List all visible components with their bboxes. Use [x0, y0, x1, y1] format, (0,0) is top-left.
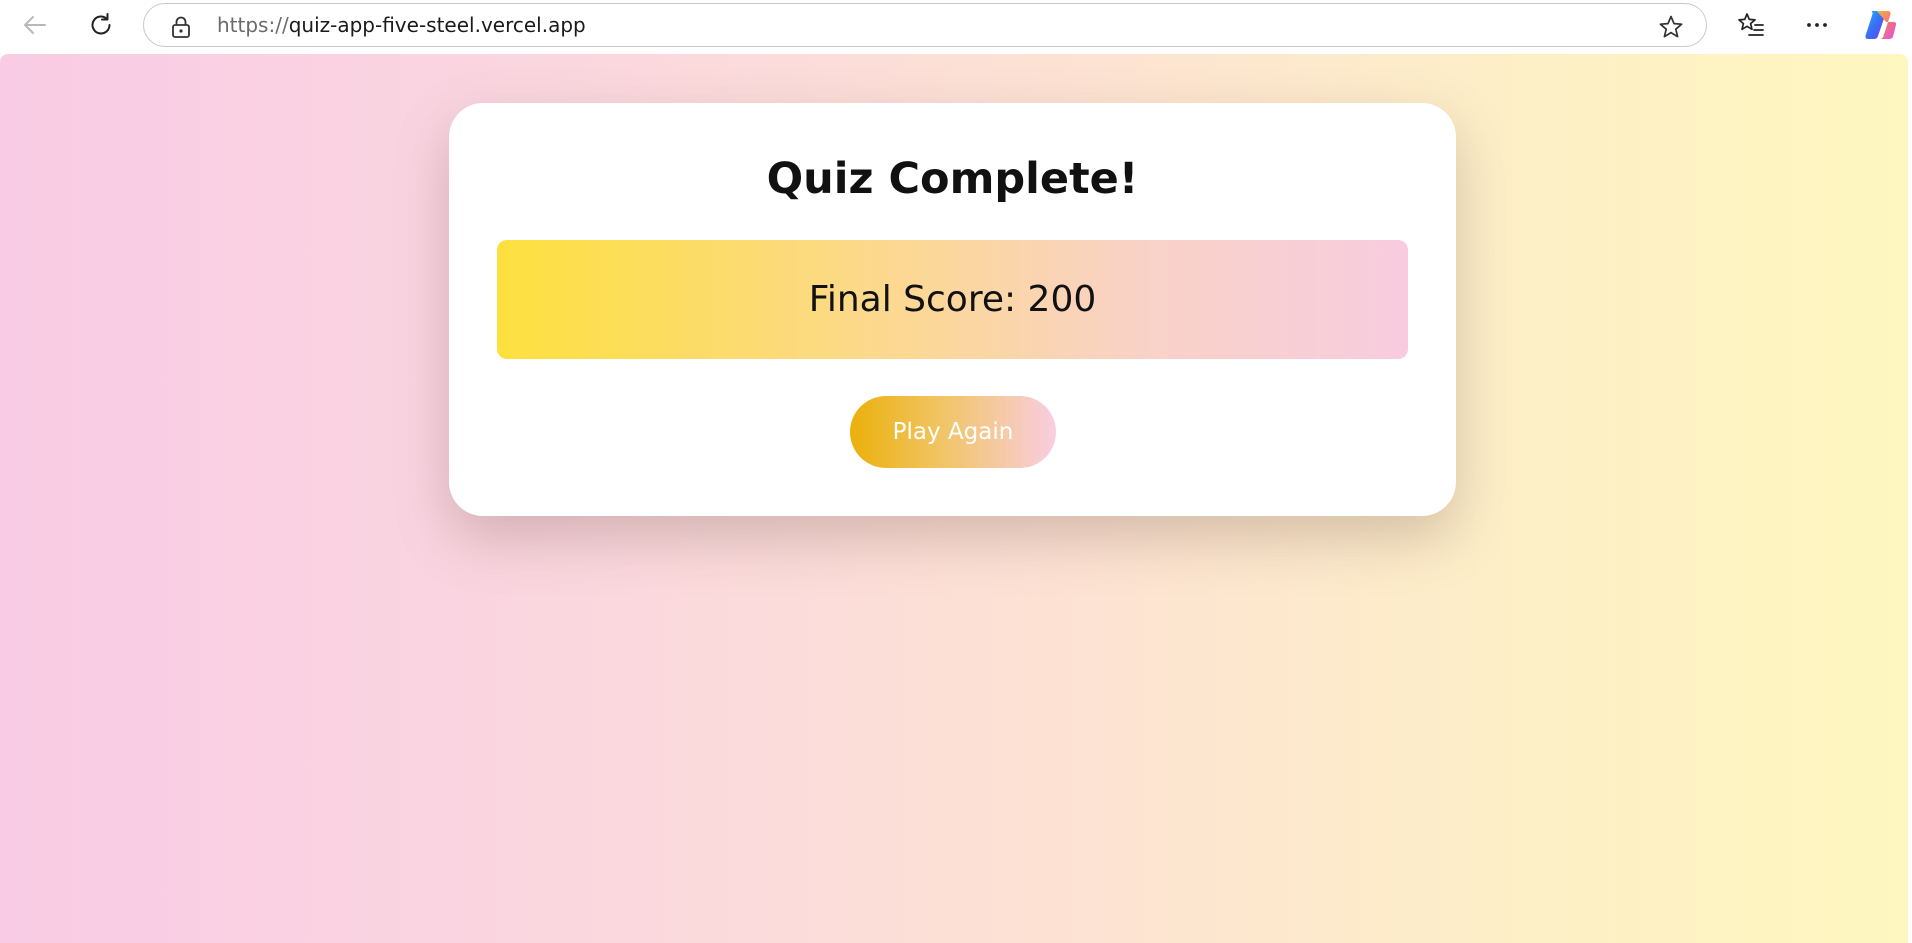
- reload-button[interactable]: [81, 6, 121, 44]
- favorites-list-icon: [1738, 13, 1764, 36]
- star-icon[interactable]: [1658, 14, 1684, 40]
- page-viewport: Quiz Complete! Final Score: 200 Play Aga…: [0, 54, 1908, 943]
- copilot-icon[interactable]: [1863, 8, 1897, 42]
- reload-icon: [91, 13, 111, 35]
- url-scheme: https://: [217, 13, 289, 37]
- score-box: Final Score: 200: [497, 240, 1408, 359]
- url-host: quiz-app-five-steel.vercel.app: [288, 13, 586, 37]
- favorites-button[interactable]: [1731, 6, 1771, 44]
- back-button[interactable]: [15, 6, 55, 44]
- browser-toolbar: https://quiz-app-five-steel.vercel.app: [0, 0, 1912, 54]
- arrow-left-icon: [24, 16, 46, 34]
- final-score: Final Score: 200: [808, 279, 1097, 320]
- play-again-button[interactable]: Play Again: [850, 396, 1056, 468]
- more-button[interactable]: [1797, 6, 1837, 44]
- more-icon: [1807, 23, 1827, 27]
- url-text[interactable]: https://quiz-app-five-steel.vercel.app: [217, 4, 586, 46]
- quiz-result-card: Quiz Complete! Final Score: 200 Play Aga…: [449, 103, 1456, 516]
- address-bar[interactable]: https://quiz-app-five-steel.vercel.app: [143, 3, 1707, 47]
- page-title: Quiz Complete!: [766, 154, 1139, 204]
- lock-icon[interactable]: [170, 15, 192, 39]
